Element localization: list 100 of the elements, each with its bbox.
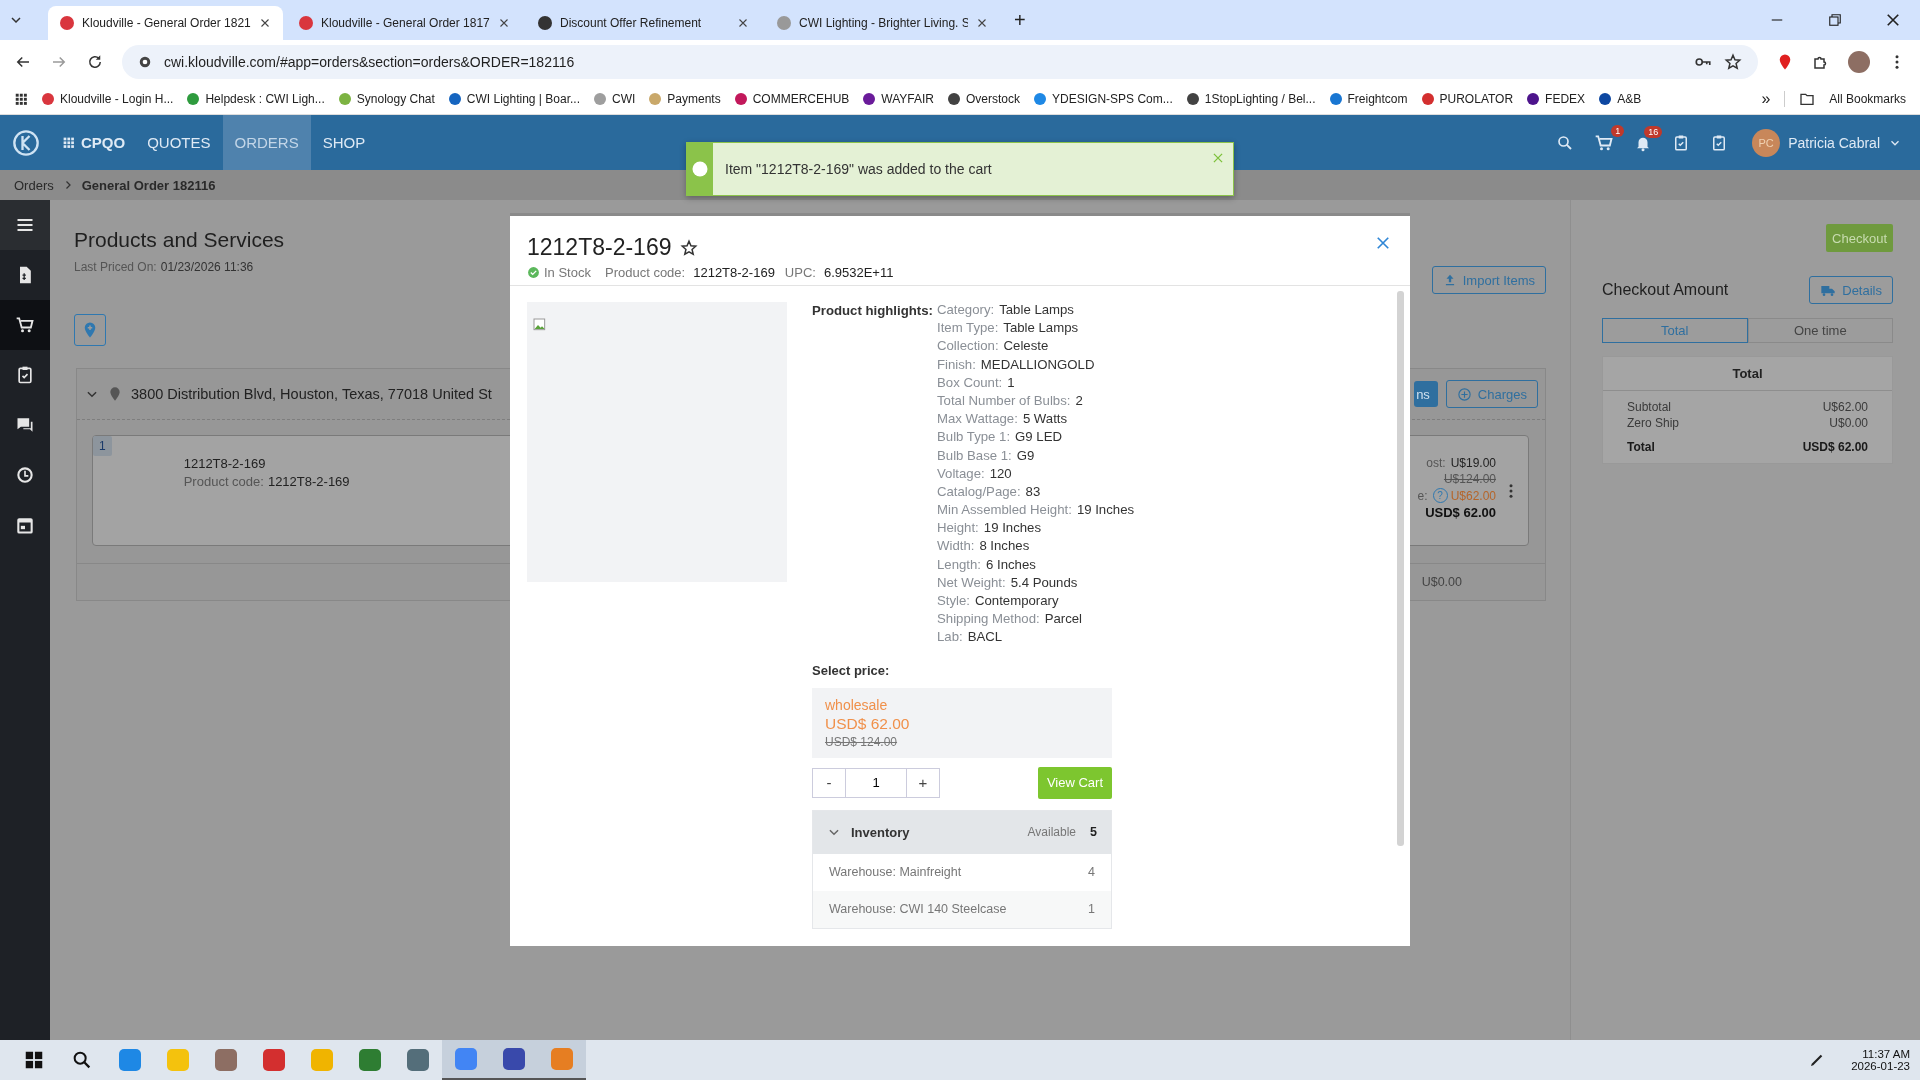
broken-image-icon xyxy=(532,317,548,333)
sidebar-item[interactable] xyxy=(0,300,50,350)
nav-tab[interactable]: QUOTES xyxy=(135,115,223,170)
reload-icon[interactable] xyxy=(86,53,104,71)
chat-icon xyxy=(15,415,35,435)
nav-tab[interactable]: SHOP xyxy=(310,115,378,170)
start-icon[interactable] xyxy=(23,1049,45,1071)
spec-value: Contemporary xyxy=(975,593,1059,610)
summary-label: Zero Ship xyxy=(1627,416,1680,430)
footer-amount: U$0.00 xyxy=(1421,575,1462,589)
inventory-title: Inventory xyxy=(851,824,910,840)
bookmark[interactable]: Helpdesk : CWI Ligh... xyxy=(205,92,325,106)
spec-value: 5 Watts xyxy=(1022,411,1068,429)
address-field[interactable]: cwi.kloudville.com/#app=orders&section=orders&ORDER=182116 xyxy=(122,45,1758,79)
summary-title: Total xyxy=(1603,357,1892,391)
summary-label: Subtotal xyxy=(1627,400,1672,414)
bookmark[interactable]: PUROLATOR xyxy=(1439,92,1514,106)
bookmark-star-icon[interactable] xyxy=(1724,53,1742,71)
calendar-icon xyxy=(15,515,35,535)
available-count: 5 xyxy=(1090,825,1097,840)
list-price: U$124.00 xyxy=(1443,472,1496,486)
breadcrumb-link[interactable]: Orders xyxy=(14,177,54,193)
spec-label: Max Wattage: xyxy=(937,411,1018,429)
spec-label: Category: xyxy=(937,302,995,319)
spec-value: MEDALLIONGOLD xyxy=(980,356,1095,374)
brand-name[interactable]: CPQO xyxy=(81,134,126,151)
user-name[interactable]: Patricia Cabral xyxy=(1788,134,1880,151)
price-value: U$62.00 xyxy=(1450,488,1496,503)
close-icon[interactable] xyxy=(737,17,749,29)
bookmark[interactable]: Payments xyxy=(667,92,721,106)
clock-date[interactable]: 2026-01-23 xyxy=(1851,1060,1910,1072)
bookmark[interactable]: YDESIGN-SPS Com... xyxy=(1052,92,1173,106)
quantity-field[interactable]: 1 xyxy=(846,767,906,798)
toast-message: Item "1212T8-2-169" was added to the cart xyxy=(725,161,993,177)
increase-button[interactable]: + xyxy=(906,767,940,798)
spec-value: 6 Inches xyxy=(986,556,1036,574)
spec-value: BACL xyxy=(967,629,1003,647)
item-name: 1212T8-2-169 xyxy=(183,456,267,471)
site-info-icon[interactable] xyxy=(138,55,152,69)
bookmark[interactable]: Kloudville - Login H... xyxy=(60,92,174,106)
profile-avatar[interactable] xyxy=(1848,51,1870,73)
last-priced-label: Last Priced On: xyxy=(74,260,157,274)
logo-icon[interactable] xyxy=(12,128,40,157)
spec-label: Box Count: xyxy=(937,374,1003,392)
favorite-star-icon[interactable] xyxy=(679,238,698,257)
spec-label: Style: xyxy=(937,593,970,610)
amount-tab[interactable]: One time xyxy=(1747,318,1893,343)
all-bookmarks[interactable]: All Bookmarks xyxy=(1829,92,1906,106)
cost-value: U$19.00 xyxy=(1450,456,1496,470)
browser-tab[interactable]: Kloudville - General Order 1821 xyxy=(48,6,283,40)
apps-icon[interactable] xyxy=(14,92,28,106)
browser-tab[interactable]: Kloudville - General Order 1817 xyxy=(287,6,522,40)
more-bookmarks-button[interactable]: » xyxy=(1761,90,1771,108)
product-code-value: 1212T8-2-169 xyxy=(267,474,350,489)
close-icon[interactable] xyxy=(259,17,271,29)
bookmark[interactable]: CWI Lighting | Boar... xyxy=(466,92,580,106)
close-icon[interactable] xyxy=(1884,11,1902,29)
clock-time[interactable]: 11:37 AM xyxy=(1862,1048,1910,1060)
bookmark[interactable]: FEDEX xyxy=(1545,92,1586,106)
close-icon[interactable] xyxy=(976,17,988,29)
search-icon[interactable] xyxy=(71,1049,93,1071)
spec-value: 19 Inches xyxy=(1076,502,1135,520)
spec-label: Bulb Base 1: xyxy=(937,447,1012,465)
decrease-button[interactable]: - xyxy=(812,767,846,798)
cart-icon[interactable] xyxy=(1594,132,1615,153)
inventory-header[interactable]: Inventory Available 5 xyxy=(813,810,1111,854)
price-name: wholesale xyxy=(825,696,889,713)
spec-label: Length: xyxy=(937,556,981,574)
spec-value: 8 Inches xyxy=(979,538,1030,556)
spec-label: Collection: xyxy=(937,338,999,356)
in-stock-icon xyxy=(527,266,540,279)
warehouse-quantity: 4 xyxy=(1088,865,1095,880)
spec-value: 1 xyxy=(1007,374,1015,392)
plus-circle-icon xyxy=(1456,386,1472,402)
spec-value: Celeste xyxy=(1003,338,1049,356)
bookmark[interactable]: Synology Chat xyxy=(356,92,435,106)
taskbar-app[interactable] xyxy=(538,1040,586,1080)
price-option[interactable]: wholesale USD$ 62.00 USD$ 124.00 xyxy=(812,687,1112,758)
add-button[interactable]: ns xyxy=(1414,381,1438,407)
spec-value: 83 xyxy=(1025,483,1041,501)
stock-status: In Stock xyxy=(544,265,591,280)
bookmark[interactable]: Overstock xyxy=(966,92,1021,106)
close-icon[interactable] xyxy=(498,17,510,29)
browser-tab[interactable]: Discount Offer Refinement xyxy=(526,6,761,40)
bookmark[interactable]: COMMERCEHUB xyxy=(752,92,850,106)
bookmark[interactable]: Freightcom xyxy=(1347,92,1408,106)
product-title: 1212T8-2-169 xyxy=(527,234,672,261)
notification-badge: 16 xyxy=(1644,125,1663,138)
location-pin-icon xyxy=(107,386,123,402)
product-code-label: Product code: xyxy=(604,265,686,280)
bookmark[interactable]: A&B xyxy=(1617,92,1642,106)
scrollbar[interactable] xyxy=(1397,291,1404,846)
spec-label: Lab: xyxy=(937,629,963,647)
bookmark[interactable]: 1StopLighting / Bel... xyxy=(1204,92,1316,106)
bookmark[interactable]: WAYFAIR xyxy=(881,92,935,106)
bookmark[interactable]: CWI xyxy=(612,92,636,106)
restore-icon[interactable] xyxy=(1826,11,1844,29)
new-tab-button[interactable]: + xyxy=(1014,8,1026,32)
taskbar-app[interactable] xyxy=(442,1040,490,1080)
available-label: Available xyxy=(1027,825,1077,840)
